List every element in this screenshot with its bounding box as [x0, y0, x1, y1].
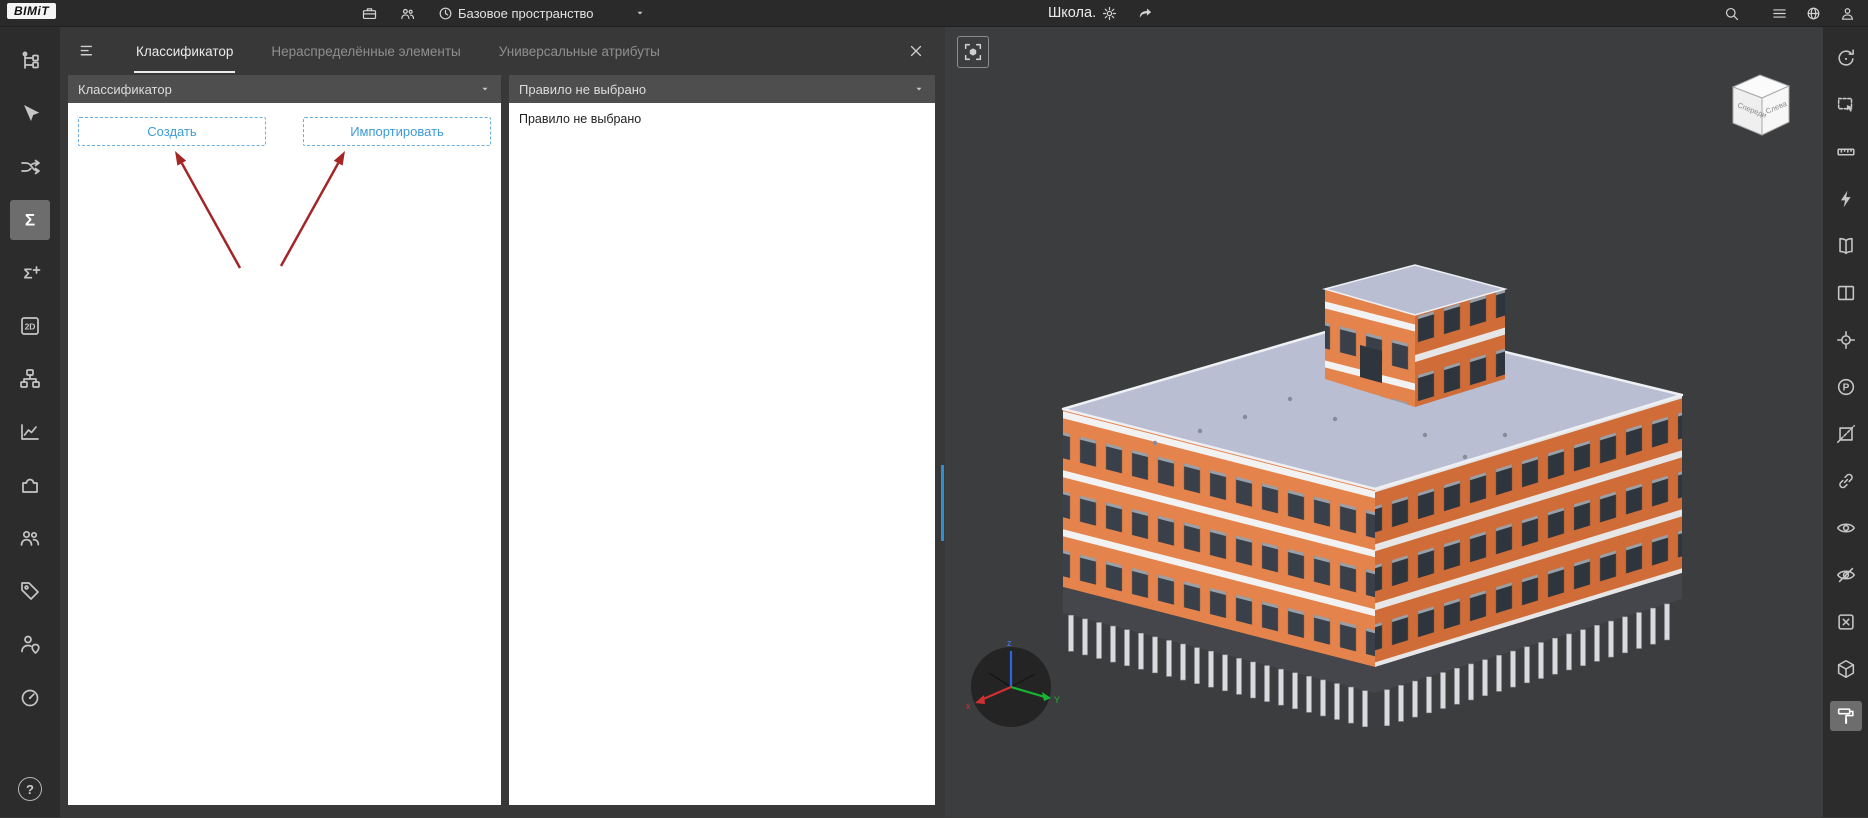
- rule-dropdown[interactable]: Правило не выбрано: [509, 75, 935, 103]
- structure-panel-button[interactable]: [10, 41, 50, 81]
- drawings-2d-button[interactable]: 2D: [10, 306, 50, 346]
- svg-text:2D: 2D: [25, 322, 36, 332]
- annotation-arrows: [68, 103, 501, 805]
- building-model[interactable]: СпередиСлеваzYx: [945, 27, 1823, 818]
- search-icon[interactable]: [1722, 4, 1740, 22]
- top-bar: BIMiT Базовое пространство Школа.: [0, 0, 1868, 27]
- classifier-dropdown-value: Классификатор: [78, 82, 172, 97]
- rule-panel-body: Правило не выбрано: [509, 103, 935, 805]
- svg-text:Y: Y: [1054, 695, 1060, 705]
- users-button[interactable]: [10, 518, 50, 558]
- scheme-button[interactable]: [10, 359, 50, 399]
- classifier-button[interactable]: Σ: [10, 200, 50, 240]
- team-icon[interactable]: [398, 4, 416, 22]
- topbar-right-icon-group: [1722, 0, 1856, 26]
- app-logo: BIMiT: [7, 3, 56, 19]
- user-location-button[interactable]: [10, 624, 50, 664]
- orbit-view-button[interactable]: [1830, 43, 1862, 73]
- show-elements-button[interactable]: [1830, 513, 1862, 543]
- tab-classifier[interactable]: Классификатор: [134, 30, 235, 73]
- svg-text:z: z: [1007, 638, 1012, 648]
- left-toolbar: Σ Σ 2D?: [0, 27, 60, 817]
- chevron-down-icon: [634, 7, 646, 19]
- svg-text:x: x: [966, 701, 971, 711]
- right-toolbar: P: [1823, 27, 1868, 817]
- help-button[interactable]: ?: [18, 777, 42, 801]
- tab-unassigned-elements[interactable]: Нераспределённые элементы: [269, 30, 462, 73]
- topbar-title-icon-group: [1100, 0, 1154, 26]
- measure-button[interactable]: [1830, 137, 1862, 167]
- classifier-panel-body: Создать Импортировать: [68, 103, 501, 805]
- hide-elements-button[interactable]: [1830, 560, 1862, 590]
- rule-empty-text: Правило не выбрано: [509, 103, 935, 135]
- chevron-down-icon: [913, 83, 925, 95]
- settings-gear-icon[interactable]: [1100, 4, 1118, 22]
- import-button[interactable]: Импортировать: [303, 117, 491, 146]
- isolate-button[interactable]: [1830, 654, 1862, 684]
- share-icon[interactable]: [1136, 4, 1154, 22]
- quick-actions-button[interactable]: [1830, 184, 1862, 214]
- dialog-tabs-row: Классификатор Нераспределённые элементы …: [60, 27, 945, 75]
- fit-view-button[interactable]: [957, 36, 989, 68]
- classifier-panel: Классификатор Создать Импортировать: [68, 75, 501, 805]
- fit-view-icon: [962, 41, 984, 63]
- create-button[interactable]: Создать: [78, 117, 266, 146]
- project-title: Школа.: [1048, 0, 1096, 26]
- svg-text:Σ: Σ: [23, 266, 32, 283]
- classifier-dialog: Классификатор Нераспределённые элементы …: [60, 27, 945, 817]
- dashboard-button[interactable]: [10, 677, 50, 717]
- charts-button[interactable]: [10, 412, 50, 452]
- issues-button[interactable]: [10, 571, 50, 611]
- svg-text:P: P: [1842, 383, 1849, 394]
- select-area-button[interactable]: [1830, 90, 1862, 120]
- space-selector-label: Базовое пространство: [458, 6, 594, 21]
- briefcase-icon[interactable]: [360, 4, 378, 22]
- rule-panel: Правило не выбрано Правило не выбрано: [509, 75, 935, 805]
- parameters-button[interactable]: P: [1830, 372, 1862, 402]
- menu-list-icon[interactable]: [1770, 4, 1788, 22]
- svg-text:Σ: Σ: [25, 211, 35, 230]
- classifier-add-button[interactable]: Σ: [10, 253, 50, 293]
- viewport-3d[interactable]: СпередиСлеваzYx: [945, 27, 1823, 817]
- application-window: BIMiT Базовое пространство Школа. ΣΣ2D? …: [0, 0, 1868, 817]
- split-view-button[interactable]: [1830, 278, 1862, 308]
- dialog-panels: Классификатор Создать Импортировать: [60, 75, 945, 817]
- tab-universal-attributes[interactable]: Универсальные атрибуты: [497, 30, 662, 73]
- paint-elements-button[interactable]: [1830, 701, 1862, 731]
- topbar-left-icon-group: [360, 0, 454, 26]
- relations-button[interactable]: [10, 147, 50, 187]
- history-icon[interactable]: [436, 4, 454, 22]
- panel-menu-icon[interactable]: [76, 39, 100, 63]
- select-tools-button[interactable]: [10, 94, 50, 134]
- plugins-button[interactable]: [10, 465, 50, 505]
- locate-button[interactable]: [1830, 325, 1862, 355]
- chevron-down-icon: [479, 83, 491, 95]
- session-globe-icon[interactable]: [1804, 4, 1822, 22]
- classifier-dropdown[interactable]: Классификатор: [68, 75, 501, 103]
- panel-resize-handle[interactable]: [941, 465, 944, 541]
- space-selector-dropdown[interactable]: Базовое пространство: [458, 0, 646, 26]
- link-elements-button[interactable]: [1830, 466, 1862, 496]
- user-profile-icon[interactable]: [1838, 4, 1856, 22]
- rule-dropdown-value: Правило не выбрано: [519, 82, 646, 97]
- section-cut-button[interactable]: [1830, 419, 1862, 449]
- deselect-button[interactable]: [1830, 607, 1862, 637]
- close-icon[interactable]: [905, 40, 927, 62]
- compare-versions-button[interactable]: [1830, 231, 1862, 261]
